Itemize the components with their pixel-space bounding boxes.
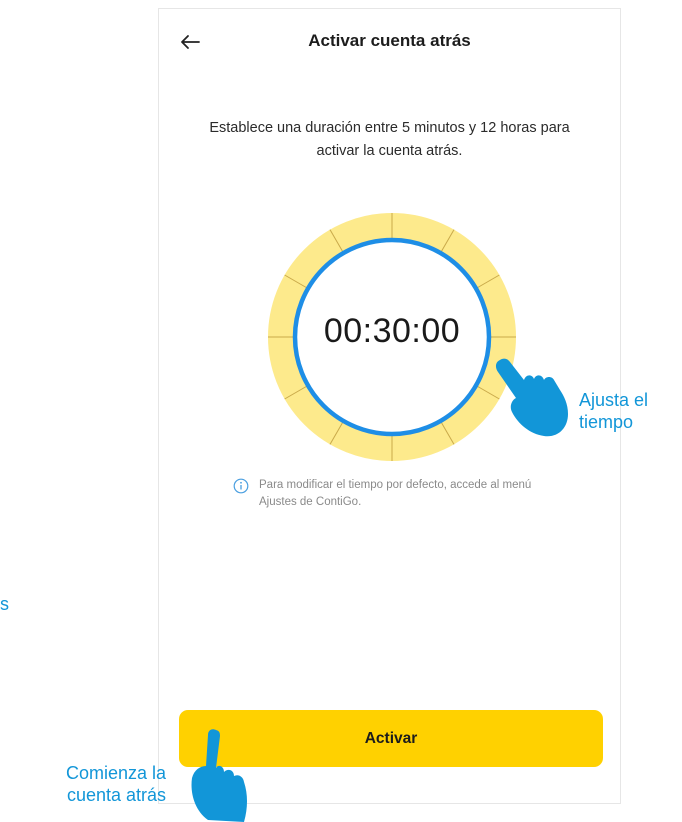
info-circle-icon <box>233 478 249 494</box>
timer-dial[interactable]: 00:30:00 <box>267 212 517 462</box>
info-note: Para modificar el tiempo por defecto, ac… <box>233 477 553 511</box>
info-text: Para modificar el tiempo por defecto, ac… <box>259 479 532 508</box>
timer-value: 00:30:00 <box>323 312 461 350</box>
pointing-hand-icon <box>191 729 247 822</box>
annotation-partial-text: s <box>0 594 9 614</box>
annotation-start-countdown: Comienza la cuenta atrás <box>65 763 166 805</box>
description-text: Establece una duración entre 5 minutos y… <box>209 120 570 159</box>
header-bar: Activar cuenta atrás <box>159 9 620 73</box>
annotation-adjust-time: Ajusta el tiempo <box>579 390 649 432</box>
page-title: Activar cuenta atrás <box>308 31 471 50</box>
stage: s Activar cuenta atrás Establece una dur… <box>0 0 682 822</box>
pointing-hand-icon <box>495 358 568 437</box>
